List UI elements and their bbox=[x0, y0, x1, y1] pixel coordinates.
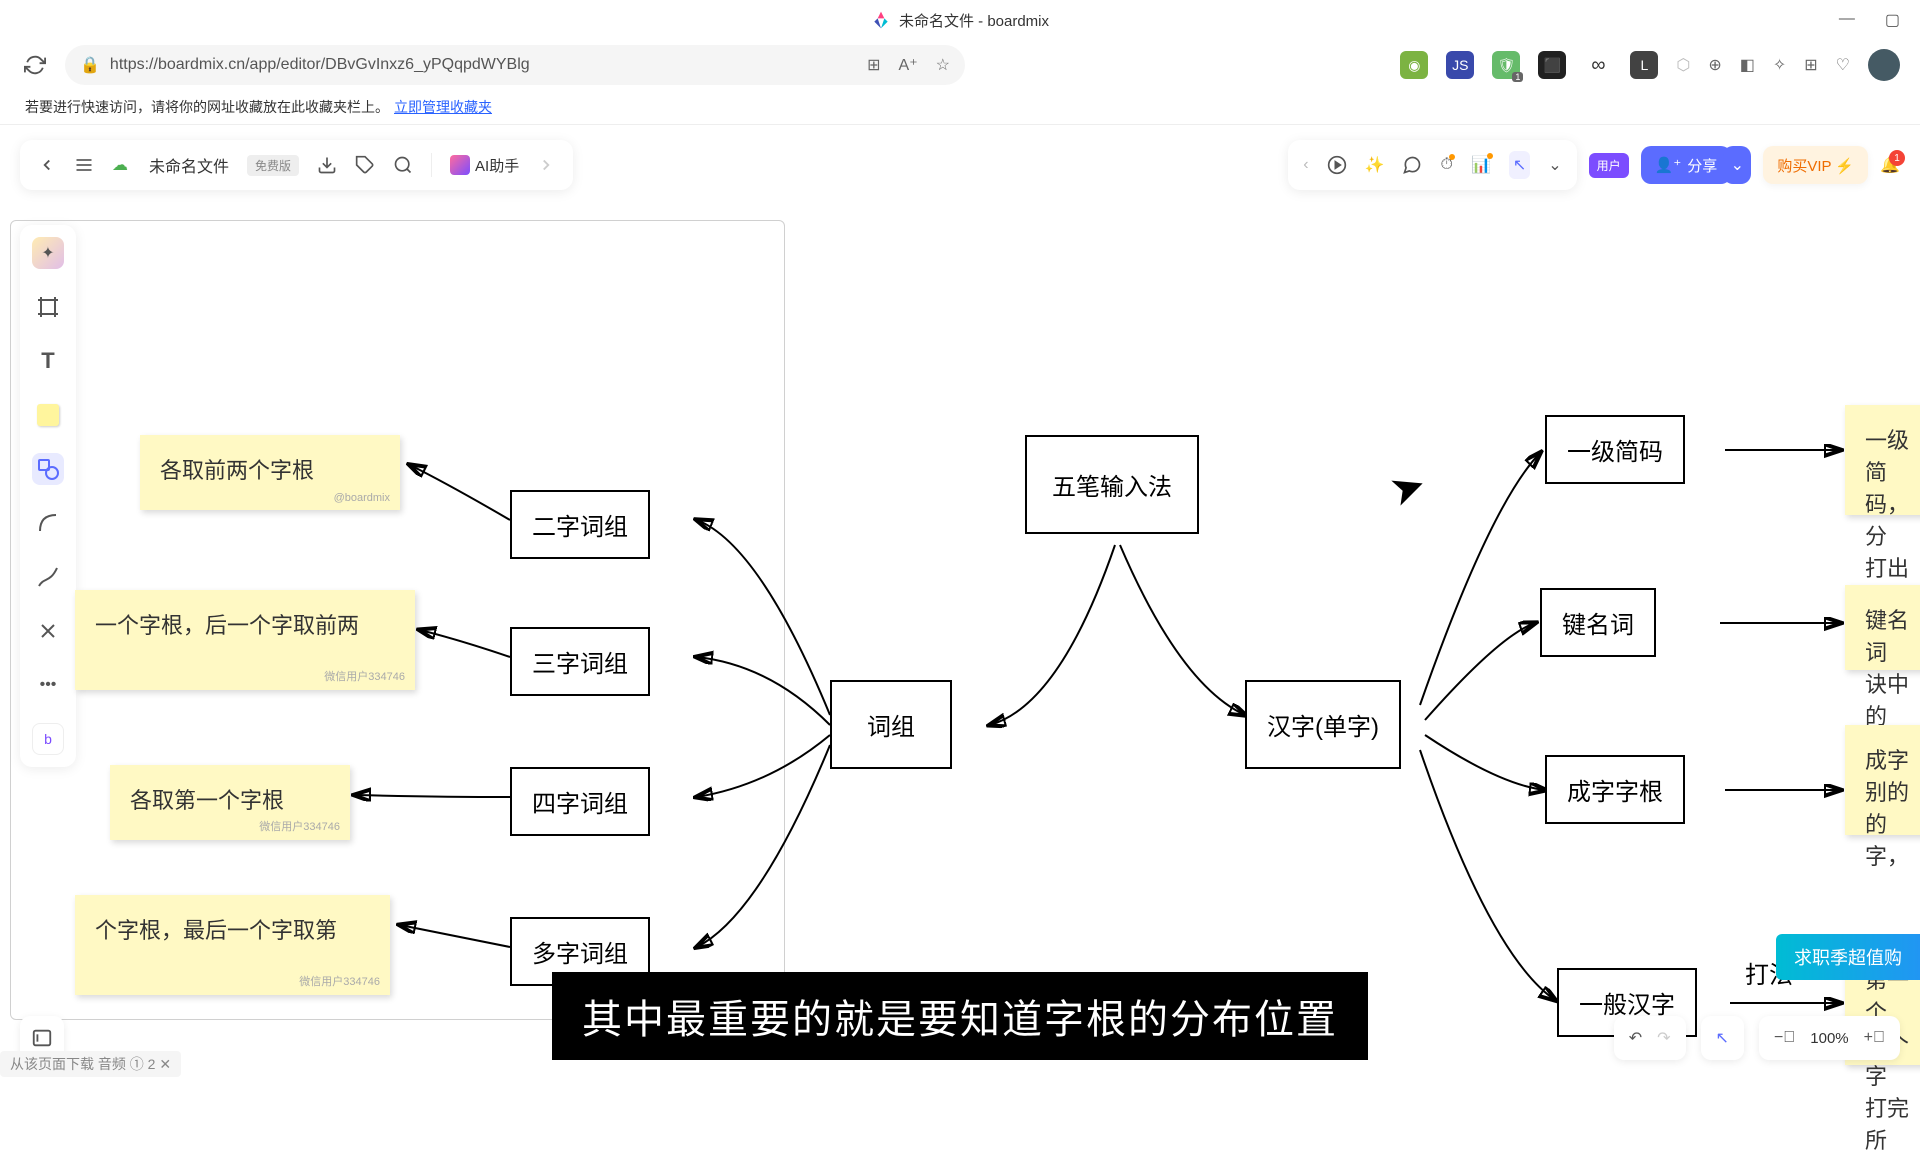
video-subtitle: 其中最重要的就是要知道字根的分布位置 bbox=[552, 972, 1368, 1060]
node-jianming[interactable]: 键名词 bbox=[1540, 588, 1656, 657]
reader-icon[interactable]: ⊞ bbox=[867, 55, 880, 75]
maximize-icon[interactable]: ▢ bbox=[1885, 10, 1900, 30]
sticky-note[interactable]: 各取前两个字根@boardmix bbox=[140, 435, 400, 510]
lock-icon: 🔒 bbox=[80, 55, 100, 75]
node-cizu[interactable]: 词组 bbox=[830, 680, 952, 769]
cursor-overlay-icon: ➤ bbox=[1383, 458, 1433, 516]
extension-icon[interactable]: ⬡ bbox=[1676, 55, 1690, 75]
extensions-menu-icon[interactable]: ⊕ bbox=[1708, 55, 1721, 75]
refresh-button[interactable] bbox=[20, 50, 50, 80]
window-title: 未命名文件 - boardmix bbox=[899, 10, 1049, 31]
url-text: https://boardmix.cn/app/editor/DBvGvInxz… bbox=[110, 56, 857, 74]
favorites-icon[interactable]: ✧ bbox=[1773, 55, 1786, 75]
app-logo-icon bbox=[871, 10, 891, 30]
node-root[interactable]: 五笔输入法 bbox=[1025, 435, 1199, 534]
bottom-right-controls: ↶ ↷ ↖ −⃝ 100% +⃝ bbox=[1614, 1016, 1900, 1060]
adblock-icon[interactable]: 🛡1 bbox=[1492, 51, 1520, 79]
zoom-in-button[interactable]: +⃝ bbox=[1864, 1029, 1885, 1047]
bookmark-bar: 若要进行快速访问，请将你的网址收藏放在此收藏夹栏上。 立即管理收藏夹 bbox=[0, 90, 1920, 125]
zoom-level[interactable]: 100% bbox=[1810, 1030, 1848, 1047]
node-chengzi[interactable]: 成字字根 bbox=[1545, 755, 1685, 824]
profile-avatar[interactable] bbox=[1868, 49, 1900, 81]
collections-icon[interactable]: ⊞ bbox=[1804, 55, 1817, 75]
pointer-button[interactable]: ↖ bbox=[1716, 1028, 1729, 1048]
extension-icon[interactable]: ∞ bbox=[1584, 51, 1612, 79]
star-icon[interactable]: ☆ bbox=[936, 55, 950, 75]
window-titlebar: 未命名文件 - boardmix — ▢ bbox=[0, 0, 1920, 40]
text-size-icon[interactable]: A⁺ bbox=[899, 55, 918, 75]
url-box[interactable]: 🔒 https://boardmix.cn/app/editor/DBvGvIn… bbox=[65, 45, 965, 85]
sticky-note[interactable]: 成字 别的 的字， bbox=[1845, 725, 1920, 835]
sticky-note[interactable]: 各取第一个字根微信用户334746 bbox=[110, 765, 350, 840]
download-strip[interactable]: 从该页面下载 音频 ① 2 ✕ bbox=[0, 1051, 181, 1077]
node-er[interactable]: 二字词组 bbox=[510, 490, 650, 559]
promo-tag[interactable]: 求职季超值购 bbox=[1776, 934, 1920, 980]
canvas[interactable]: 各取前两个字根@boardmix 一个字根，后一个字取前两微信用户334746 … bbox=[0, 125, 1920, 1080]
sticky-note[interactable]: 一个字根，后一个字取前两微信用户334746 bbox=[75, 590, 415, 690]
extension-icon[interactable]: ⬛ bbox=[1538, 51, 1566, 79]
extension-icon[interactable]: ◉ bbox=[1400, 51, 1428, 79]
node-hanzi[interactable]: 汉字(单字) bbox=[1245, 680, 1401, 769]
browser-addressbar: 🔒 https://boardmix.cn/app/editor/DBvGvIn… bbox=[0, 40, 1920, 90]
sidebar-icon[interactable]: ◧ bbox=[1740, 55, 1755, 75]
sticky-note[interactable]: 键名词 诀中的 bbox=[1845, 585, 1920, 670]
heart-icon[interactable]: ♡ bbox=[1836, 55, 1850, 75]
manage-bookmarks-link[interactable]: 立即管理收藏夹 bbox=[394, 97, 492, 117]
undo-button[interactable]: ↶ bbox=[1629, 1028, 1642, 1048]
bookmark-hint: 若要进行快速访问，请将你的网址收藏放在此收藏夹栏上。 bbox=[25, 97, 389, 117]
sticky-note[interactable]: 个字根，最后一个字取第微信用户334746 bbox=[75, 895, 390, 995]
extension-icon[interactable]: JS bbox=[1446, 51, 1474, 79]
redo-button[interactable]: ↷ bbox=[1657, 1028, 1670, 1048]
minimize-icon[interactable]: — bbox=[1839, 10, 1855, 30]
node-yiji[interactable]: 一级简码 bbox=[1545, 415, 1685, 484]
sticky-note[interactable]: 一级简 码，分 打出 bbox=[1845, 405, 1920, 515]
node-si[interactable]: 四字词组 bbox=[510, 767, 650, 836]
zoom-out-button[interactable]: −⃝ bbox=[1774, 1029, 1795, 1047]
extension-icon[interactable]: L bbox=[1630, 51, 1658, 79]
node-san[interactable]: 三字词组 bbox=[510, 627, 650, 696]
